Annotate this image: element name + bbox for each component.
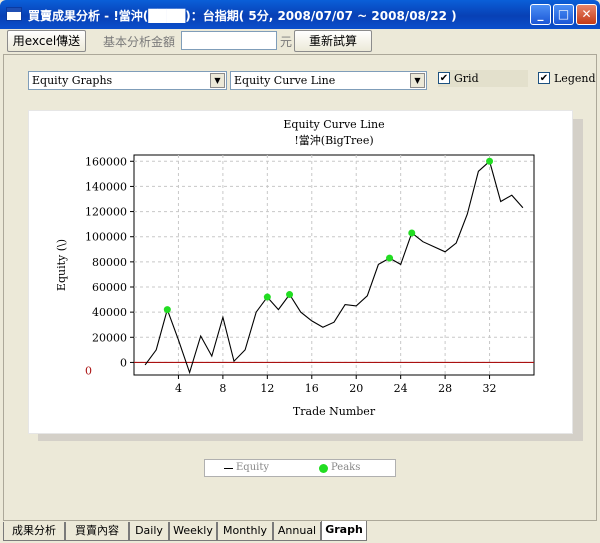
peak-point — [386, 254, 394, 262]
tab-graph[interactable]: Graph — [321, 521, 367, 541]
chart-title: Equity Curve Line — [283, 118, 384, 131]
zero-label: 0 — [85, 364, 92, 377]
grid-checkbox[interactable]: ✔ Grid — [438, 70, 528, 87]
equity-legend-line — [224, 468, 233, 469]
tab-daily[interactable]: Daily — [129, 522, 169, 541]
tab-weekly[interactable]: Weekly — [169, 522, 217, 541]
graph-panel: Equity Graphs ▼ Equity Curve Line ▼ ✔ Gr… — [3, 54, 597, 521]
peaks-legend-label: Peaks — [331, 462, 361, 473]
legend-checkbox[interactable]: ✔ Legend — [538, 70, 598, 87]
peak-point — [263, 293, 271, 301]
tab-result-analysis[interactable]: 成果分析 — [3, 522, 65, 541]
x-axis-label: Trade Number — [293, 405, 376, 418]
amount-input[interactable] — [181, 31, 277, 50]
checkmark-icon[interactable]: ✔ — [438, 72, 450, 84]
y-tick-label: 160000 — [85, 155, 127, 168]
tab-monthly[interactable]: Monthly — [217, 522, 273, 541]
equity-legend-label: Equity — [236, 462, 270, 473]
maximize-button[interactable]: □ — [553, 4, 574, 25]
window-title: 買賣成果分析 - !當沖(████)：台指期( 5分, 2008/07/07 ~… — [28, 9, 457, 23]
y-tick-label: 40000 — [92, 306, 127, 319]
legend-label: Legend — [554, 72, 596, 85]
y-tick-label: 60000 — [92, 281, 127, 294]
grid-label: Grid — [454, 72, 479, 85]
amount-unit: 元 — [280, 35, 293, 49]
close-button[interactable]: ✕ — [576, 4, 597, 25]
x-tick-label: 20 — [349, 382, 363, 395]
peak-point — [486, 157, 494, 165]
curve-type-value: Equity Curve Line — [234, 74, 336, 87]
minimize-button[interactable]: _ — [530, 4, 551, 25]
recalculate-button[interactable]: 重新試算 — [294, 30, 372, 52]
peak-point — [286, 291, 294, 299]
x-tick-label: 32 — [483, 382, 497, 395]
tab-trade-details[interactable]: 買賣內容 — [65, 522, 129, 541]
peak-point — [408, 229, 416, 237]
x-tick-label: 4 — [175, 382, 182, 395]
peak-point — [163, 306, 171, 314]
app-icon — [6, 7, 22, 21]
x-tick-label: 24 — [394, 382, 408, 395]
x-tick-label: 16 — [305, 382, 319, 395]
chart-panel: 4 8 12 16 20 24 28 32 0 20000 40000 60000 80000 10000… — [28, 110, 573, 434]
x-tick-label: 8 — [219, 382, 226, 395]
checkmark-icon[interactable]: ✔ — [538, 72, 550, 84]
y-tick-label: 80000 — [92, 256, 127, 269]
x-tick-label: 28 — [438, 382, 452, 395]
y-tick-label: 100000 — [85, 231, 127, 244]
graph-type-select[interactable]: Equity Graphs ▼ — [28, 71, 227, 90]
chart-legend: Equity Peaks — [204, 459, 396, 477]
y-tick-label: 140000 — [85, 180, 127, 193]
chevron-down-icon[interactable]: ▼ — [210, 73, 225, 88]
y-axis-label: Equity (\) — [55, 239, 68, 291]
y-tick-label: 20000 — [92, 331, 127, 344]
peaks-legend-marker — [319, 464, 328, 473]
y-tick-label: 0 — [120, 356, 127, 369]
amount-label: 基本分析金額 — [103, 35, 176, 49]
toolbar: 用excel傳送 基本分析金額 元 重新試算 — [0, 29, 600, 53]
chevron-down-icon[interactable]: ▼ — [410, 73, 425, 88]
bottom-tab-strip: 成果分析 買賣內容 Daily Weekly Monthly Annual Gr… — [0, 521, 600, 543]
tab-annual[interactable]: Annual — [273, 522, 321, 541]
export-excel-button[interactable]: 用excel傳送 — [7, 30, 86, 52]
x-tick-label: 12 — [260, 382, 274, 395]
equity-chart: 4 8 12 16 20 24 28 32 0 20000 40000 60000 80000 10000… — [55, 118, 535, 418]
y-tick-label: 120000 — [85, 206, 127, 219]
curve-type-select[interactable]: Equity Curve Line ▼ — [230, 71, 427, 90]
title-bar: 買賣成果分析 - !當沖(████)：台指期( 5分, 2008/07/07 ~… — [0, 0, 600, 29]
graph-type-value: Equity Graphs — [32, 74, 113, 87]
chart-subtitle: !當沖(BigTree) — [294, 134, 373, 147]
